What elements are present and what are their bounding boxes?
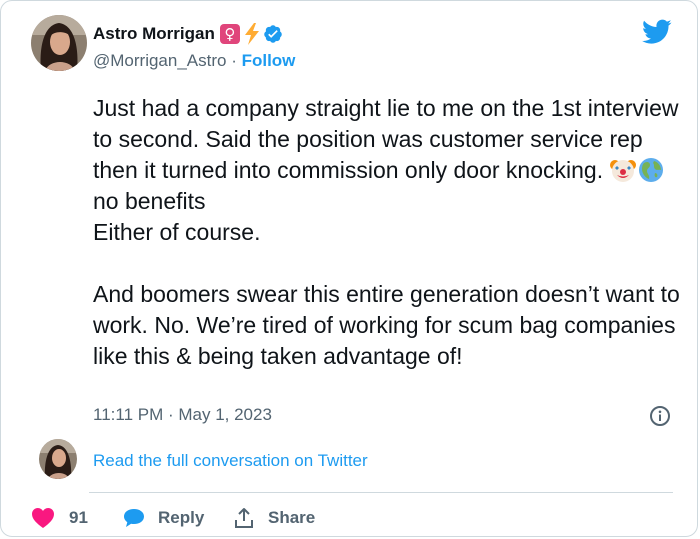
reply-button[interactable]: Reply <box>122 501 204 535</box>
author-name-row: Astro Morrigan ♀ <box>93 23 283 45</box>
earth-globe-emoji <box>638 158 663 182</box>
tweet-card: Astro Morrigan ♀ @Morrigan_Astro · Follo… <box>0 0 698 537</box>
verified-badge-icon[interactable] <box>263 24 283 44</box>
female-sign-emoji: ♀ <box>219 24 240 44</box>
tweet-body: Just had a company straight lie to me on… <box>93 93 683 372</box>
like-count: 91 <box>69 508 88 527</box>
tweet-text-line2: Either of course. <box>93 219 261 245</box>
share-upload-icon <box>235 508 253 528</box>
lightning-bolt-emoji <box>244 23 259 45</box>
handle-separator: · <box>226 51 242 70</box>
like-button[interactable]: 91 <box>31 501 88 535</box>
conversation-avatar[interactable] <box>39 439 77 479</box>
tweet-actions: 91 Reply Share <box>1 501 700 535</box>
tweet-text-line1: Just had a company straight lie to me on… <box>93 95 679 183</box>
author-handle[interactable]: @Morrigan_Astro <box>93 51 226 70</box>
speech-bubble-icon <box>124 509 144 527</box>
share-label: Share <box>268 508 316 527</box>
reply-label: Reply <box>158 508 205 527</box>
tweet-timestamp[interactable]: 11:11 PM · May 1, 2023 <box>93 405 272 425</box>
info-icon[interactable] <box>649 405 671 427</box>
heart-icon <box>32 508 54 528</box>
follow-button[interactable]: Follow <box>242 51 296 70</box>
share-button[interactable]: Share <box>233 501 315 535</box>
tweet-paragraph-2: And boomers swear this entire generation… <box>93 281 680 369</box>
author-display-name[interactable]: Astro Morrigan <box>93 24 215 44</box>
actions-divider <box>89 492 673 493</box>
author-handle-row: @Morrigan_Astro · Follow <box>93 51 295 71</box>
read-conversation-link[interactable]: Read the full conversation on Twitter <box>93 451 368 471</box>
clown-face-emoji <box>609 160 636 182</box>
twitter-bird-icon[interactable] <box>642 19 672 45</box>
tweet-text-line1-tail: no benefits <box>93 188 206 214</box>
tweet-paragraph-1: Just had a company straight lie to me on… <box>93 93 683 248</box>
author-avatar[interactable] <box>31 15 87 71</box>
